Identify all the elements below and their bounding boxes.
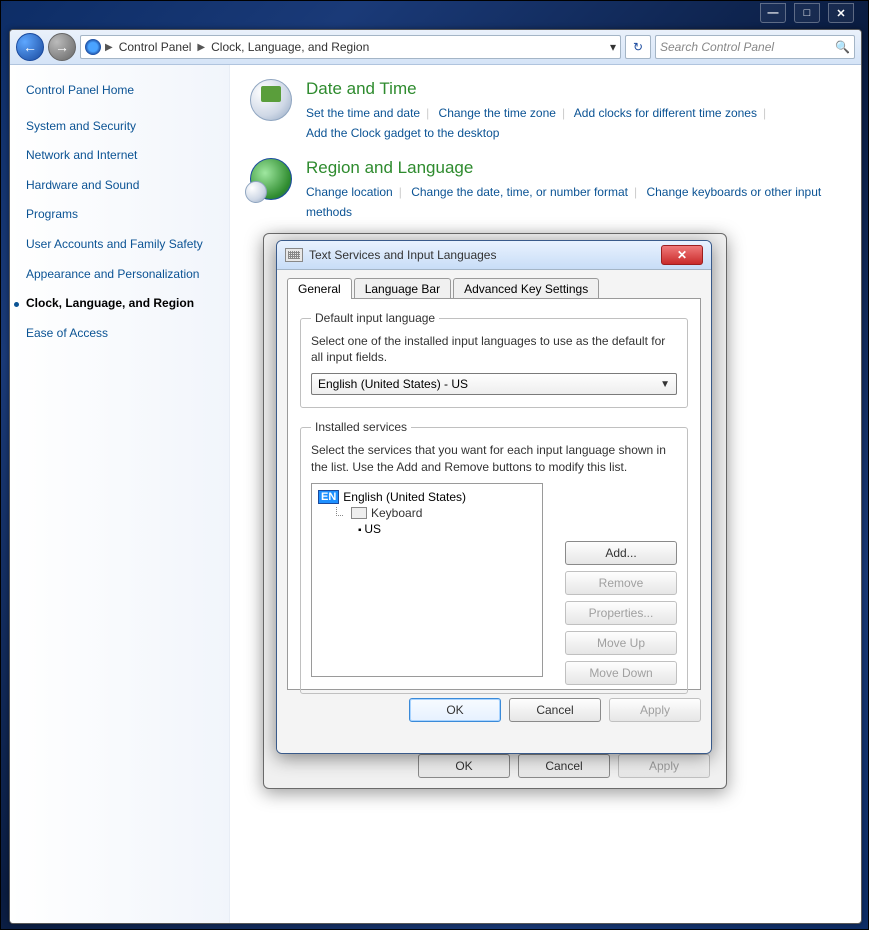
- services-listbox[interactable]: EN English (United States) Keyboard US: [311, 483, 543, 677]
- search-input[interactable]: Search Control Panel 🔍: [655, 35, 855, 59]
- tree-branch[interactable]: Keyboard: [336, 506, 536, 520]
- category-title-date-time[interactable]: Date and Time: [306, 79, 772, 99]
- default-language-legend: Default input language: [311, 311, 439, 325]
- nav-bar: ← → ▶ Control Panel ▶ Clock, Language, a…: [10, 30, 861, 65]
- keyboard-icon: [285, 248, 303, 262]
- sidebar-item-ease-of-access[interactable]: Ease of Access: [26, 326, 213, 342]
- chevron-icon: ▶: [197, 42, 205, 53]
- task-link[interactable]: Change the time zone: [439, 106, 556, 120]
- maximize-button[interactable]: □: [794, 3, 820, 23]
- parent-apply-button: Apply: [618, 754, 710, 778]
- sidebar: Control Panel Home System and Security N…: [10, 65, 230, 924]
- parent-cancel-button[interactable]: Cancel: [518, 754, 610, 778]
- category-title-region-language[interactable]: Region and Language: [306, 158, 841, 178]
- breadcrumb[interactable]: Control Panel: [115, 40, 196, 54]
- default-language-desc: Select one of the installed input langua…: [311, 333, 677, 365]
- minimize-button[interactable]: —: [760, 3, 786, 23]
- tree-root-label: English (United States): [343, 490, 466, 504]
- cancel-button[interactable]: Cancel: [509, 698, 601, 722]
- tab-strip: General Language Bar Advanced Key Settin…: [287, 278, 701, 299]
- task-link[interactable]: Add clocks for different time zones: [574, 106, 757, 120]
- default-language-group: Default input language Select one of the…: [300, 311, 688, 408]
- forward-button[interactable]: →: [48, 33, 76, 61]
- nav-path-icon: [85, 39, 101, 55]
- refresh-button[interactable]: ↻: [625, 35, 651, 59]
- chevron-down-icon: ▼: [660, 379, 670, 390]
- add-button[interactable]: Add...: [565, 541, 677, 565]
- sidebar-home[interactable]: Control Panel Home: [26, 83, 213, 99]
- tab-language-bar[interactable]: Language Bar: [354, 278, 451, 299]
- apply-button: Apply: [609, 698, 701, 722]
- sidebar-item-system-security[interactable]: System and Security: [26, 119, 213, 135]
- moveup-button: Move Up: [565, 631, 677, 655]
- installed-services-legend: Installed services: [311, 420, 411, 434]
- task-link[interactable]: Set the time and date: [306, 106, 420, 120]
- breadcrumb[interactable]: Clock, Language, and Region: [207, 40, 373, 54]
- ok-button[interactable]: OK: [409, 698, 501, 722]
- window-close-button[interactable]: ✕: [828, 3, 854, 23]
- tree-line-icon: [336, 507, 343, 516]
- tree-root[interactable]: EN English (United States): [318, 490, 536, 504]
- address-bar[interactable]: ▶ Control Panel ▶ Clock, Language, and R…: [80, 35, 621, 59]
- sidebar-item-hardware-sound[interactable]: Hardware and Sound: [26, 178, 213, 194]
- back-button[interactable]: ←: [16, 33, 44, 61]
- remove-button: Remove: [565, 571, 677, 595]
- search-placeholder: Search Control Panel: [660, 40, 774, 54]
- tab-advanced-key-settings[interactable]: Advanced Key Settings: [453, 278, 599, 299]
- tree-leaf[interactable]: US: [358, 522, 536, 536]
- installed-services-desc: Select the services that you want for ea…: [311, 442, 677, 474]
- movedown-button: Move Down: [565, 661, 677, 685]
- date-time-icon: [250, 79, 292, 121]
- dialog-close-button[interactable]: ✕: [661, 245, 703, 265]
- dropdown-indicator-icon[interactable]: ▾: [610, 40, 616, 54]
- dialog-title: Text Services and Input Languages: [309, 248, 496, 262]
- parent-ok-button[interactable]: OK: [418, 754, 510, 778]
- sidebar-item-appearance[interactable]: Appearance and Personalization: [26, 267, 213, 283]
- task-link[interactable]: Add the Clock gadget to the desktop: [306, 126, 499, 140]
- language-badge: EN: [318, 490, 339, 504]
- tab-panel-general: Default input language Select one of the…: [287, 298, 701, 690]
- task-link[interactable]: Change the date, time, or number format: [411, 185, 628, 199]
- tab-general[interactable]: General: [287, 278, 352, 299]
- default-language-select[interactable]: English (United States) - US ▼: [311, 373, 677, 395]
- search-icon[interactable]: 🔍: [835, 40, 850, 54]
- tree-branch-label: Keyboard: [371, 506, 422, 520]
- task-link[interactable]: Change location: [306, 185, 393, 199]
- keyboard-icon: [351, 507, 367, 519]
- dialog-titlebar[interactable]: Text Services and Input Languages ✕: [277, 241, 711, 270]
- sidebar-item-programs[interactable]: Programs: [26, 207, 213, 223]
- installed-services-group: Installed services Select the services t…: [300, 420, 688, 694]
- sidebar-item-clock-language-region[interactable]: Clock, Language, and Region: [26, 296, 213, 312]
- properties-button: Properties...: [565, 601, 677, 625]
- text-services-dialog: Text Services and Input Languages ✕ Gene…: [276, 240, 712, 754]
- region-language-icon: [250, 158, 292, 200]
- default-language-value: English (United States) - US: [318, 377, 468, 391]
- chevron-icon: ▶: [105, 42, 113, 53]
- sidebar-item-network-internet[interactable]: Network and Internet: [26, 148, 213, 164]
- sidebar-item-user-accounts[interactable]: User Accounts and Family Safety: [26, 237, 213, 253]
